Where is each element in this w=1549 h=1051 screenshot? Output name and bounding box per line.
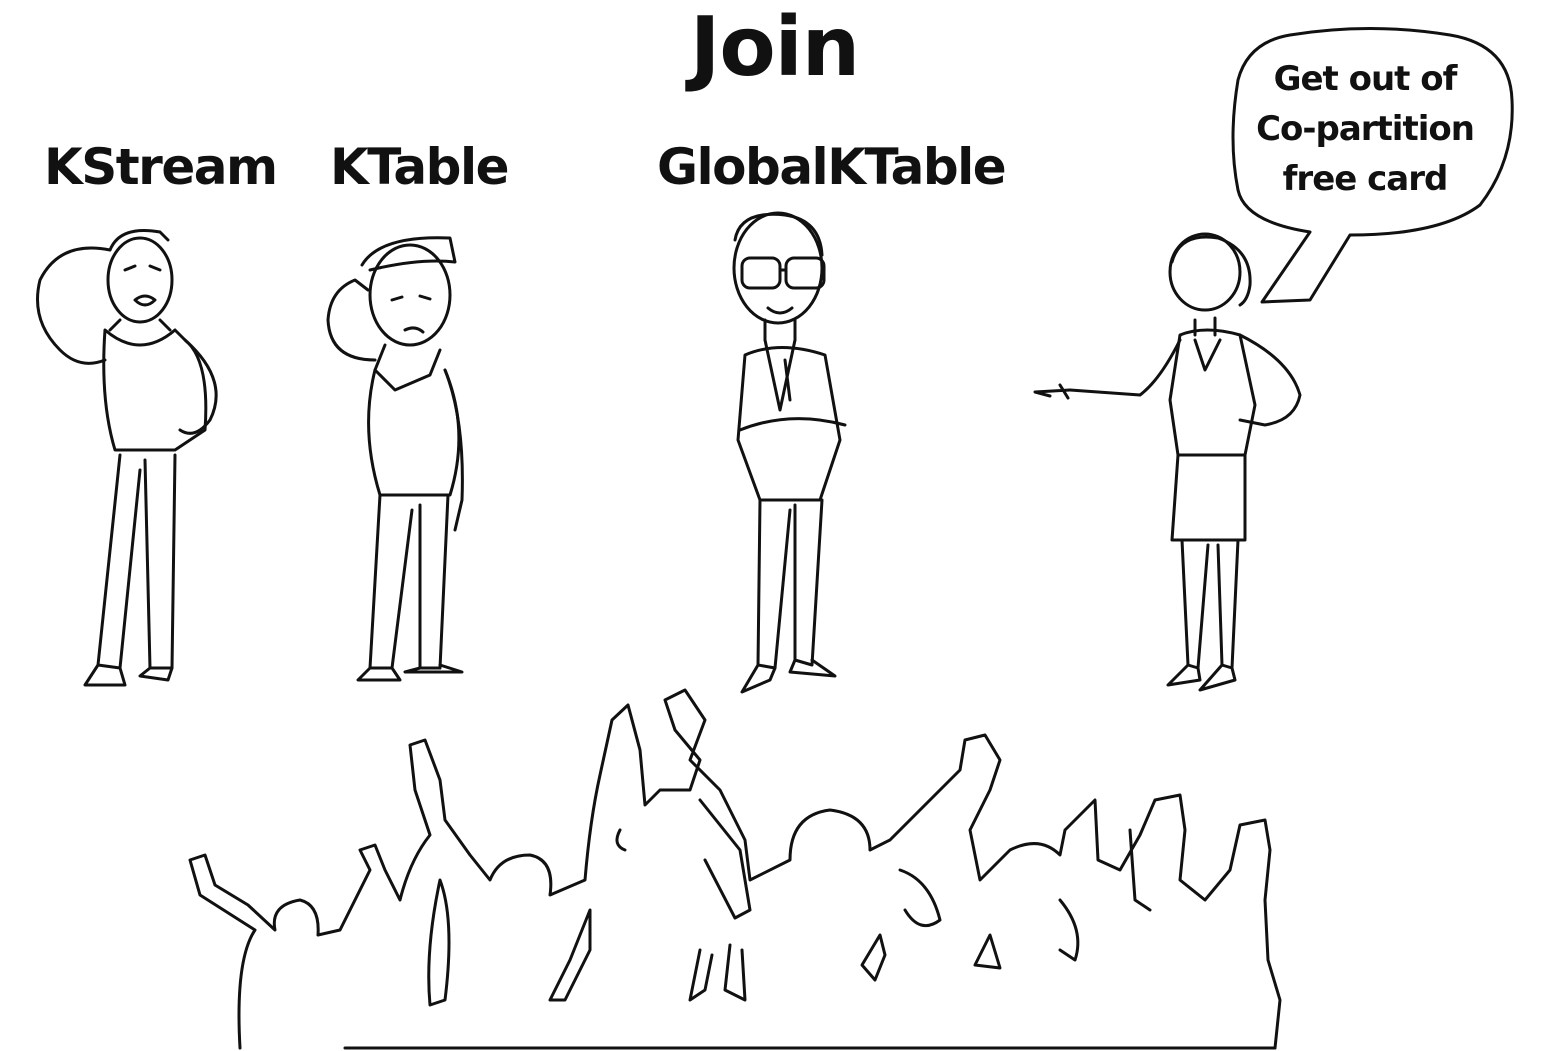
ktable-character-figure	[326, 236, 464, 682]
speech-bubble-line: Co-partition	[1256, 109, 1475, 149]
speech-bubble-text: Get out of Co-partition free card	[1250, 54, 1480, 204]
presenter-woman-figure	[1033, 232, 1302, 692]
speech-bubble-line: Get out of	[1273, 59, 1458, 99]
kstream-character-figure	[36, 229, 218, 687]
cheering-crowd	[188, 688, 1282, 1050]
speech-bubble-line: free card	[1282, 159, 1449, 199]
globalktable-character-figure	[732, 211, 847, 694]
